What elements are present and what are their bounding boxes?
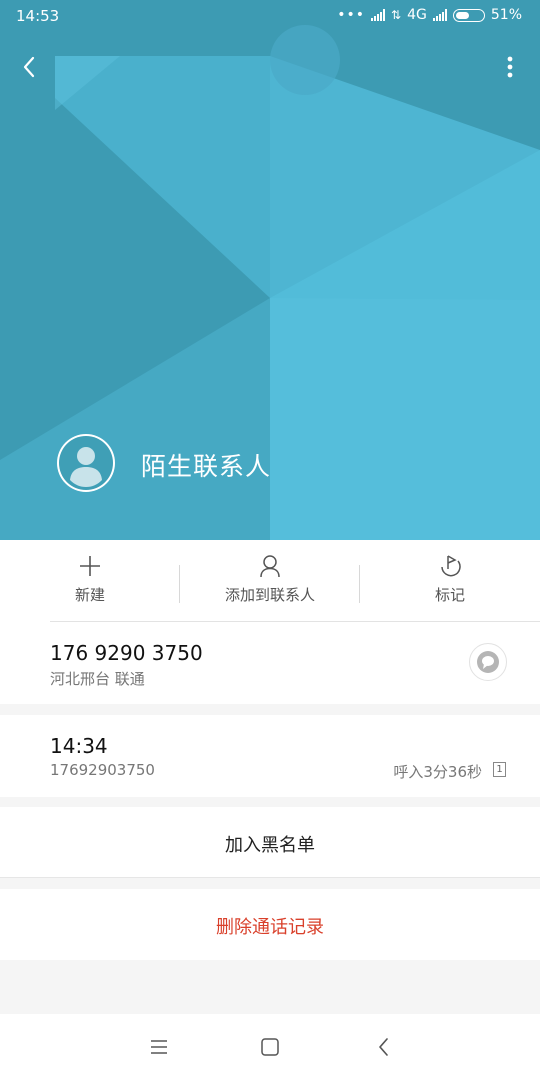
plus-icon [80,556,100,576]
status-time: 14:53 [16,7,60,25]
signal-icon [371,9,386,21]
phone-number: 176 9290 3750 [50,641,203,665]
navigation-bar [0,1014,540,1080]
add-to-contacts-label: 添加到联系人 [224,586,315,604]
add-to-contacts-button[interactable]: 添加到联系人 [200,540,340,622]
back-icon [379,1038,388,1056]
contact-name: 陌生联系人 [141,452,272,481]
back-button[interactable] [16,52,44,82]
home-button[interactable] [258,1036,282,1058]
more-dots-icon: ••• [337,7,366,23]
status-bar: 14:53 ••• ⇅ 4G 51% [0,0,540,34]
mark-button[interactable]: 标记 [400,540,500,622]
battery-fill [455,11,469,19]
call-log-item[interactable]: 14:34 17692903750 呼入3分36秒 1 [0,715,540,797]
more-vertical-icon [507,56,513,78]
call-number: 17692903750 [50,761,155,779]
person-icon [260,555,280,578]
nav-back-button[interactable] [372,1036,396,1058]
signal-icon-2 [432,9,447,21]
avatar [57,434,115,492]
call-time: 14:34 [50,734,108,758]
status-icons: ••• ⇅ 4G 51% [337,7,522,23]
flag-icon [441,555,461,577]
chevron-left-icon [23,56,35,78]
data-arrows-icon: ⇅ [391,8,402,22]
battery-text: 51% [490,7,522,23]
action-bar: 新建 添加到联系人 标记 [0,540,540,622]
person-silhouette-icon [59,436,113,490]
divider [179,565,180,603]
mark-label: 标记 [434,586,465,604]
phone-location: 河北邢台 联通 [50,670,145,688]
network-type: 4G [407,7,427,23]
new-contact-label: 新建 [74,586,105,604]
battery-icon [452,8,485,22]
home-icon [261,1038,279,1056]
phone-number-row[interactable]: 176 9290 3750 河北邢台 联通 [0,622,540,704]
more-options-button[interactable] [502,54,518,80]
contact-header: 14:53 ••• ⇅ 4G 51% 陌生联系人 [0,0,540,540]
add-to-blacklist-label: 加入黑名单 [225,835,315,856]
menu-button[interactable] [147,1036,171,1058]
new-contact-button[interactable]: 新建 [50,540,130,622]
message-bubble-icon [477,651,499,673]
delete-call-log-button[interactable]: 删除通话记录 [0,889,540,960]
menu-icon [151,1040,167,1054]
call-detail: 呼入3分36秒 [393,763,482,781]
delete-call-log-label: 删除通话记录 [216,917,324,938]
send-message-button[interactable] [469,643,507,681]
add-to-blacklist-button[interactable]: 加入黑名单 [0,807,540,878]
sim-card-icon: 1 [493,762,506,777]
divider [359,565,360,603]
